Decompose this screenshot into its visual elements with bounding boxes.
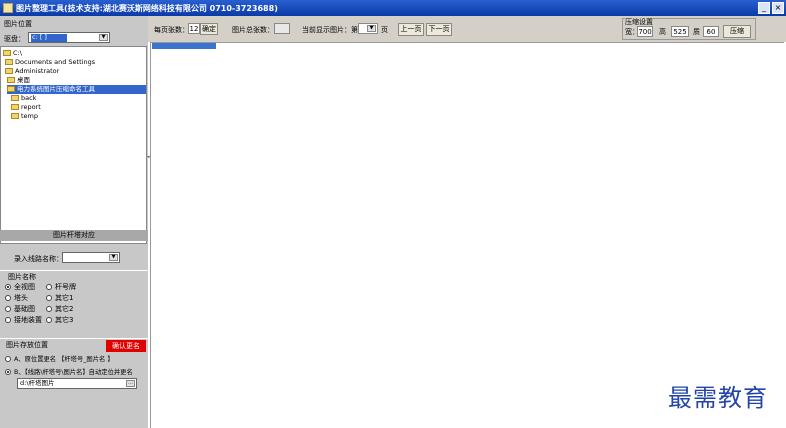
folder-icon	[5, 68, 13, 74]
folder-icon	[7, 86, 15, 92]
chevron-down-icon[interactable]: ▼	[109, 254, 118, 261]
total-input[interactable]	[274, 23, 290, 34]
tree-item-label: back	[21, 94, 37, 102]
radio-icon[interactable]	[5, 356, 11, 362]
tree-item[interactable]: C:\	[3, 49, 22, 58]
tree-item-label: 桌面	[17, 76, 30, 84]
name-option-radio[interactable]: 塔头	[5, 293, 28, 303]
page-suffix: 页	[381, 26, 388, 34]
name-option-radio[interactable]: 其它2	[46, 304, 73, 314]
tree-item-label: Administrator	[15, 67, 60, 75]
minimize-icon[interactable]: _	[758, 2, 770, 14]
radio-icon[interactable]	[5, 317, 11, 323]
radio-icon[interactable]	[5, 369, 11, 375]
current-page-select[interactable]: ▼	[358, 23, 378, 34]
tree-item-label: temp	[21, 112, 39, 120]
tree-item-label: report	[21, 103, 41, 111]
per-page-label: 每页张数：	[154, 26, 189, 34]
compress-button[interactable]: 压缩	[723, 25, 751, 38]
folder-icon	[7, 77, 15, 83]
name-option-label: 其它3	[55, 316, 74, 324]
ellipsis-icon[interactable]: …	[126, 380, 135, 387]
radio-icon[interactable]	[46, 306, 52, 312]
height-label: 高	[659, 28, 666, 36]
tower-section-header: 图片杆塔对应	[0, 230, 148, 241]
storage-path-input[interactable]: d:\杆塔图片 …	[17, 378, 137, 389]
name-option-label: 塔头	[14, 294, 28, 302]
name-option-radio[interactable]: 杆号牌	[46, 282, 76, 292]
tree-item[interactable]: temp	[11, 112, 38, 121]
line-name-label: 录入线路名称：	[14, 255, 63, 263]
toolbar: 每页张数： 12 确定 图片总张数： 当前显示图片：第 ▼ 页 上一页 下一页 …	[148, 16, 786, 42]
name-option-radio[interactable]: 接地装置	[5, 315, 42, 325]
watermark: 最需教育	[668, 384, 768, 412]
radio-icon[interactable]	[46, 317, 52, 323]
left-panel: 图片位置 驱盘： c: [ ] ▼ C:\ Documents and Setti…	[0, 16, 148, 428]
radio-icon[interactable]	[5, 284, 11, 290]
name-option-label: 接地装置	[14, 316, 42, 324]
tree-item[interactable]: Administrator	[5, 67, 59, 76]
tree-item[interactable]: 桌面	[7, 76, 30, 85]
tree-item[interactable]: report	[11, 103, 41, 112]
drive-select[interactable]: c: [ ] ▼	[28, 32, 110, 43]
storage-option-radio[interactable]: A、原位置更名 【杆塔号_图片名 】	[5, 354, 114, 363]
tree-item[interactable]: Documents and Settings	[5, 58, 95, 67]
tree-item[interactable]: back	[11, 94, 36, 103]
folder-tree[interactable]: C:\ Documents and Settings Administrator 桌面…	[0, 46, 147, 244]
location-group-title: 图片位置	[4, 20, 32, 28]
drive-value: c: [ ]	[32, 33, 47, 41]
radio-icon[interactable]	[46, 284, 52, 290]
drive-label: 驱盘：	[4, 35, 25, 43]
prev-page-button[interactable]: 上一页	[398, 23, 424, 36]
name-option-label: 其它1	[55, 294, 74, 302]
compress-group: 压缩设置 宽： 700 高 525 质 60 压缩	[622, 17, 756, 40]
storage-path-value: d:\杆塔图片	[20, 379, 55, 387]
folder-icon	[5, 59, 13, 65]
storage-group-title: 图片存放位置	[6, 341, 48, 349]
storage-option-radio[interactable]: B、【线路\杆塔号\图片名】自动定位并更名	[5, 367, 133, 376]
close-icon[interactable]: ×	[772, 2, 784, 14]
name-option-label: 基础图	[14, 305, 35, 313]
folder-icon	[11, 104, 19, 110]
total-label: 图片总张数：	[232, 26, 274, 34]
name-option-radio[interactable]: 其它1	[46, 293, 73, 303]
tree-item-label: Documents and Settings	[15, 58, 96, 66]
app-icon	[3, 3, 13, 13]
chevron-down-icon[interactable]: ▼	[367, 25, 376, 32]
window-title: 图片整理工具(技术支持:湖北赛沃斯网络科技有限公司 0710-3723688)	[16, 4, 278, 13]
folder-icon	[11, 113, 19, 119]
tree-item[interactable]: 电力系统图片压缩命名工具	[7, 85, 146, 94]
name-option-radio[interactable]: 全视图	[5, 282, 35, 292]
height-input[interactable]: 525	[671, 26, 689, 37]
current-label: 当前显示图片：第	[302, 26, 358, 34]
next-page-button[interactable]: 下一页	[426, 23, 452, 36]
tree-item-label: 电力系统图片压缩命名工具	[17, 85, 95, 93]
storage-option-label: A、原位置更名 【杆塔号_图片名 】	[14, 356, 114, 363]
name-option-radio[interactable]: 其它3	[46, 315, 73, 325]
storage-option-label: B、【线路\杆塔号\图片名】自动定位并更名	[14, 369, 133, 376]
name-option-label: 其它2	[55, 305, 74, 313]
folder-icon	[3, 50, 11, 56]
radio-icon[interactable]	[46, 295, 52, 301]
radio-icon[interactable]	[5, 295, 11, 301]
line-name-select[interactable]: ▼	[62, 252, 120, 263]
per-page-input[interactable]: 12	[188, 23, 200, 34]
width-input[interactable]: 700	[637, 26, 653, 37]
progress-bar	[152, 43, 216, 49]
image-viewer-area[interactable]	[150, 42, 784, 428]
name-group-title: 图片名称	[8, 273, 36, 281]
quality-input[interactable]: 60	[703, 26, 719, 37]
name-option-radio[interactable]: 基础图	[5, 304, 35, 314]
radio-icon[interactable]	[5, 306, 11, 312]
name-option-label: 全视图	[14, 283, 35, 291]
confirm-rename-button[interactable]: 确认更名	[106, 340, 146, 352]
chevron-down-icon[interactable]: ▼	[99, 34, 108, 41]
confirm-button[interactable]: 确定	[200, 23, 218, 35]
quality-label: 质	[693, 28, 700, 36]
name-option-label: 杆号牌	[55, 283, 76, 291]
title-bar: 图片整理工具(技术支持:湖北赛沃斯网络科技有限公司 0710-3723688) …	[0, 0, 786, 16]
folder-icon	[11, 95, 19, 101]
name-options: 全视图 杆号牌塔头 其它1 基础图 其它2 接地装置 其它3	[0, 282, 148, 342]
tree-item-label: C:\	[13, 49, 22, 57]
